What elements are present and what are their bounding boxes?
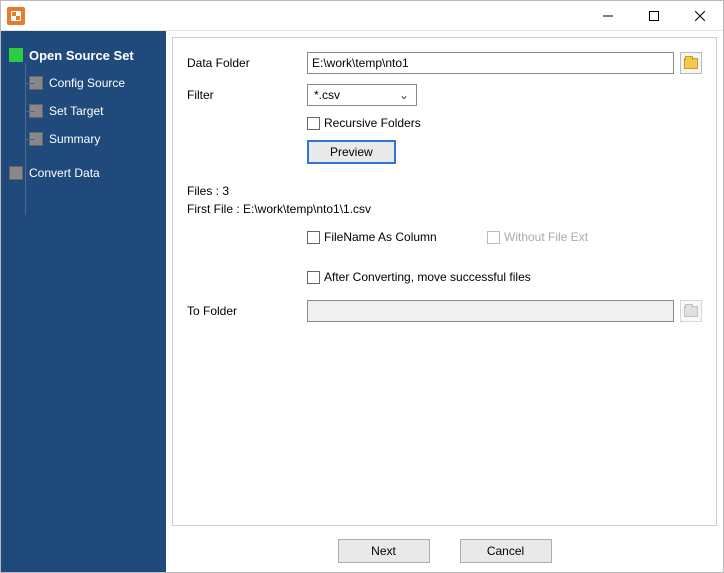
window-controls bbox=[585, 1, 723, 31]
folder-icon bbox=[684, 58, 698, 69]
filename-as-column-checkbox[interactable]: FileName As Column bbox=[307, 230, 487, 244]
sidebar-item-config-source[interactable]: Config Source bbox=[29, 69, 166, 97]
titlebar bbox=[1, 1, 723, 31]
titlebar-left bbox=[1, 7, 25, 25]
filename-col-row: FileName As Column Without File Ext bbox=[187, 230, 702, 244]
sidebar-item-convert-data[interactable]: Convert Data bbox=[9, 159, 166, 187]
recursive-label: Recursive Folders bbox=[324, 116, 421, 130]
node-active-icon bbox=[9, 48, 23, 62]
recursive-checkbox[interactable]: Recursive Folders bbox=[307, 116, 421, 130]
folder-icon bbox=[684, 306, 698, 317]
next-button[interactable]: Next bbox=[338, 539, 430, 563]
sidebar: Open Source Set Config Source Set Target… bbox=[1, 31, 166, 572]
browse-to-folder-button bbox=[680, 300, 702, 322]
sidebar-item-label: Convert Data bbox=[29, 166, 100, 180]
maximize-button[interactable] bbox=[631, 1, 677, 31]
node-icon bbox=[9, 166, 23, 180]
sidebar-item-set-target[interactable]: Set Target bbox=[29, 97, 166, 125]
filter-combo[interactable]: *.csv ⌄ bbox=[307, 84, 417, 106]
to-folder-row: To Folder bbox=[187, 300, 702, 322]
data-folder-label: Data Folder bbox=[187, 56, 307, 70]
close-button[interactable] bbox=[677, 1, 723, 31]
main-area: Data Folder Filter *.csv ⌄ Recursive bbox=[166, 31, 723, 572]
cancel-button[interactable]: Cancel bbox=[460, 539, 552, 563]
checkbox-icon bbox=[307, 117, 320, 130]
checkbox-icon bbox=[487, 231, 500, 244]
data-folder-row: Data Folder bbox=[187, 52, 702, 74]
sidebar-item-summary[interactable]: Summary bbox=[29, 125, 166, 153]
to-folder-label: To Folder bbox=[187, 304, 307, 318]
content-panel: Data Folder Filter *.csv ⌄ Recursive bbox=[172, 37, 717, 526]
chevron-down-icon: ⌄ bbox=[396, 88, 412, 102]
files-count-line: Files : 3 bbox=[187, 184, 702, 198]
data-folder-input[interactable] bbox=[307, 52, 674, 74]
after-convert-label: After Converting, move successful files bbox=[324, 270, 531, 284]
filename-col-label: FileName As Column bbox=[324, 230, 437, 244]
after-converting-checkbox[interactable]: After Converting, move successful files bbox=[307, 270, 531, 284]
first-file-line: First File : E:\work\temp\nto1\1.csv bbox=[187, 202, 702, 216]
after-convert-row: After Converting, move successful files bbox=[187, 270, 702, 284]
browse-data-folder-button[interactable] bbox=[680, 52, 702, 74]
checkbox-icon bbox=[307, 271, 320, 284]
preview-row: Preview bbox=[187, 140, 702, 164]
sidebar-item-label: Open Source Set bbox=[29, 48, 134, 63]
to-folder-input bbox=[307, 300, 674, 322]
recursive-row: Recursive Folders bbox=[187, 116, 702, 130]
app-window: Open Source Set Config Source Set Target… bbox=[0, 0, 724, 573]
minimize-button[interactable] bbox=[585, 1, 631, 31]
filter-value: *.csv bbox=[314, 88, 340, 102]
sidebar-item-open-source-set[interactable]: Open Source Set bbox=[9, 41, 166, 69]
footer: Next Cancel bbox=[166, 530, 723, 572]
sidebar-item-label: Summary bbox=[49, 132, 100, 146]
sidebar-item-label: Set Target bbox=[49, 104, 103, 118]
without-file-ext-checkbox: Without File Ext bbox=[487, 230, 588, 244]
filter-label: Filter bbox=[187, 88, 307, 102]
sidebar-item-label: Config Source bbox=[49, 76, 125, 90]
checkbox-icon bbox=[307, 231, 320, 244]
filter-row: Filter *.csv ⌄ bbox=[187, 84, 702, 106]
body: Open Source Set Config Source Set Target… bbox=[1, 31, 723, 572]
without-ext-label: Without File Ext bbox=[504, 230, 588, 244]
app-icon bbox=[7, 7, 25, 25]
preview-button[interactable]: Preview bbox=[307, 140, 396, 164]
